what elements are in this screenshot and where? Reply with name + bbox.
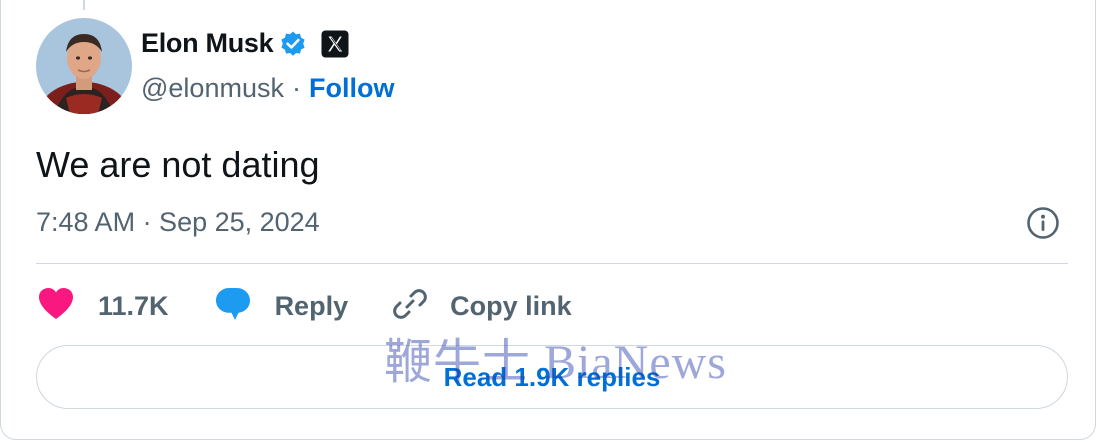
divider	[36, 263, 1068, 264]
separator-dot: ·	[291, 73, 301, 103]
author-name[interactable]: Elon Musk	[141, 28, 274, 59]
copy-link-label: Copy link	[450, 290, 572, 321]
reply-button[interactable]: Reply	[213, 284, 349, 329]
avatar[interactable]	[36, 18, 132, 114]
follow-button[interactable]: Follow	[309, 73, 394, 104]
reply-label: Reply	[274, 290, 349, 321]
read-replies-label: Read 1.9K replies	[443, 361, 661, 392]
tweet-timestamp[interactable]: 7:48 AM · Sep 25, 2024	[36, 207, 320, 238]
author-row: Elon Musk	[141, 28, 349, 59]
tweet-text: We are not dating	[36, 144, 320, 185]
handle-row: @elonmusk · Follow	[141, 73, 394, 104]
author-handle[interactable]: @elonmusk	[141, 73, 284, 104]
copy-link-button[interactable]: Copy link	[392, 286, 572, 327]
info-icon[interactable]	[1026, 206, 1060, 240]
link-icon	[392, 286, 428, 327]
action-bar: 11.7K Reply Copy link	[36, 285, 616, 327]
like-count: 11.7K	[98, 290, 169, 321]
heart-icon	[36, 284, 76, 329]
x-logo-icon	[321, 30, 349, 58]
read-replies-button[interactable]: Read 1.9K replies	[36, 345, 1068, 409]
reply-bubble-icon	[213, 284, 253, 329]
like-button[interactable]: 11.7K	[36, 284, 169, 329]
verified-badge-icon	[279, 30, 307, 58]
thread-line	[83, 0, 85, 10]
